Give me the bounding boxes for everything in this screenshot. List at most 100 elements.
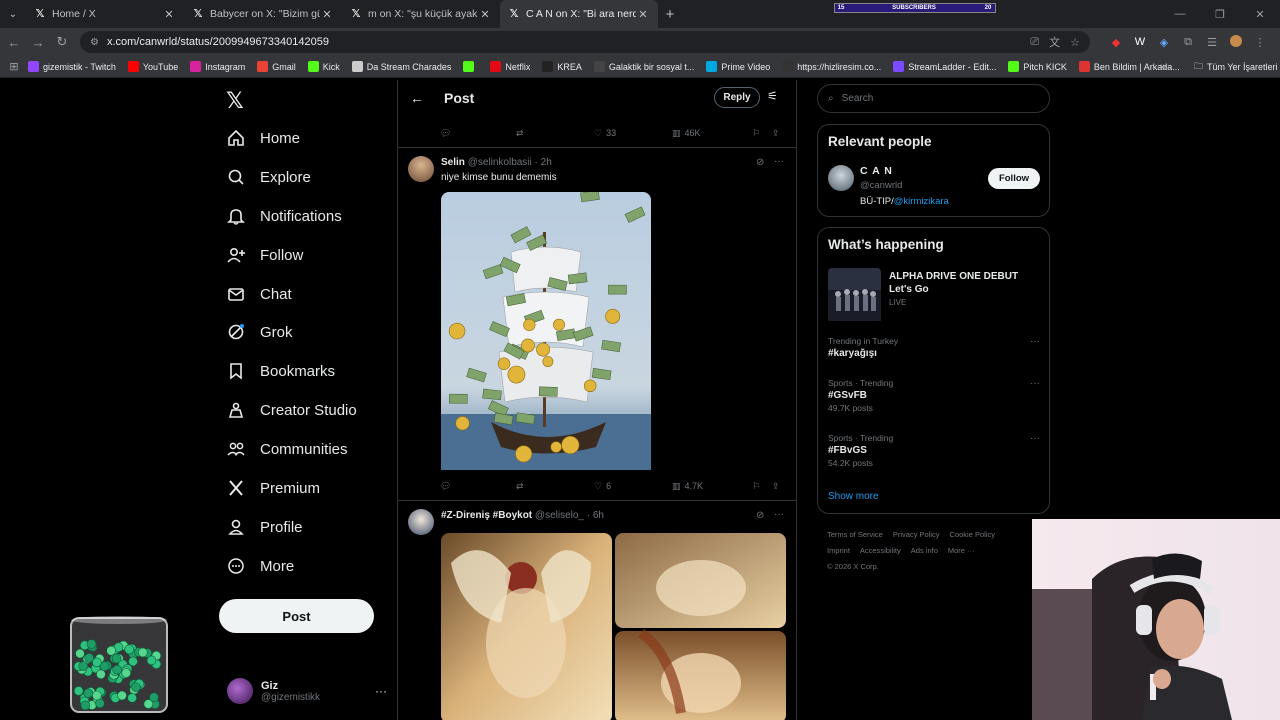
- like-action[interactable]: ♡ 6: [594, 481, 672, 492]
- nav-item-creator-studio[interactable]: Creator Studio: [226, 395, 357, 425]
- tab-home[interactable]: 𝕏 Home / X ✕: [26, 0, 184, 28]
- nav-item-explore[interactable]: Explore: [226, 162, 311, 192]
- tab-can-active[interactable]: 𝕏 C A N on X: "Bi ara nerdeyse t✕: [500, 0, 658, 28]
- bookmark-item[interactable]: Pitch KICK: [1008, 61, 1067, 72]
- settings-sliders-icon[interactable]: ⚟: [767, 89, 778, 103]
- tweet-time[interactable]: · 6h: [587, 510, 604, 521]
- footer-link[interactable]: Accessibility: [860, 546, 901, 555]
- reading-list-icon[interactable]: ☰: [1200, 36, 1224, 49]
- follow-button[interactable]: Follow: [988, 168, 1040, 189]
- forward-icon[interactable]: →: [26, 35, 50, 50]
- search-input[interactable]: ⌕ Search: [817, 84, 1050, 113]
- bio-link[interactable]: @kirmizikara: [894, 196, 949, 207]
- bookmark-action[interactable]: ⚐: [752, 481, 772, 492]
- extension-w-icon[interactable]: W: [1128, 36, 1152, 48]
- person-name[interactable]: C A N: [860, 165, 893, 177]
- trend-item[interactable]: Sports · Trending #FBvGS 54.2K posts ···: [828, 433, 1042, 468]
- close-tab-icon[interactable]: ✕: [162, 8, 176, 21]
- more-dots-icon[interactable]: ···: [774, 509, 784, 520]
- close-tab-icon[interactable]: ✕: [636, 8, 650, 21]
- live-title[interactable]: ALPHA DRIVE ONE DEBUT Let's Go: [889, 270, 1039, 296]
- reply-button[interactable]: Reply: [714, 87, 760, 108]
- bookmark-item[interactable]: Netflix: [490, 61, 530, 72]
- trend-more-icon[interactable]: ···: [1030, 378, 1040, 389]
- extension-blue-icon[interactable]: ◈: [1152, 36, 1176, 49]
- tweet-image-ship[interactable]: [441, 192, 651, 470]
- live-thumbnail[interactable]: [828, 268, 881, 321]
- views-action[interactable]: ▥ 46K: [672, 128, 752, 139]
- trend-more-icon[interactable]: ···: [1030, 336, 1040, 347]
- all-bookmarks-folder[interactable]: 🗀︎ Tüm Yer İşaretleri: [1194, 59, 1278, 75]
- apps-grid-icon[interactable]: ⊞: [0, 60, 28, 73]
- footer-link[interactable]: Cookie Policy: [950, 530, 995, 539]
- footer-link[interactable]: Terms of Service: [827, 530, 883, 539]
- reload-icon[interactable]: ↻: [50, 34, 74, 50]
- author-handle[interactable]: @selinkolbasii: [468, 157, 532, 168]
- tweet[interactable]: Selin @selinkolbasii · 2h ⊘ ··· niye kim…: [398, 148, 796, 500]
- extension-red-icon[interactable]: ◆: [1104, 36, 1128, 49]
- like-action[interactable]: ♡ 33: [594, 128, 672, 139]
- trend-item[interactable]: Trending in Turkey #karyağışı ···: [828, 336, 1042, 359]
- bookmark-item[interactable]: [463, 61, 478, 72]
- more-dots-icon[interactable]: ···: [774, 156, 784, 167]
- reply-action[interactable]: 💬︎: [440, 481, 516, 492]
- reply-action[interactable]: 💬︎: [440, 128, 516, 139]
- nav-item-profile[interactable]: Profile: [226, 512, 303, 542]
- close-window-icon[interactable]: ✕: [1240, 8, 1280, 21]
- bookmark-item[interactable]: StreamLadder - Edit...: [893, 61, 996, 72]
- share-action[interactable]: ⇪: [772, 128, 784, 139]
- repost-action[interactable]: ⇄: [516, 481, 594, 492]
- tab-search-button[interactable]: ⌄: [0, 0, 26, 28]
- footer-link[interactable]: Imprint: [827, 546, 850, 555]
- back-arrow-icon[interactable]: ←: [410, 90, 444, 106]
- x-logo-icon[interactable]: 𝕏: [226, 88, 244, 114]
- avatar[interactable]: [408, 509, 434, 535]
- new-tab-button[interactable]: +: [658, 6, 682, 23]
- address-bar[interactable]: ⚙ x.com/canwrld/status/20099496733401420…: [80, 31, 1090, 53]
- translate-icon[interactable]: 文: [1049, 34, 1060, 50]
- maximize-icon[interactable]: ❐: [1200, 8, 1240, 21]
- bookmark-item[interactable]: gizemistik - Twitch: [28, 61, 116, 72]
- author-name[interactable]: #Z-Direniş #Boykot: [441, 510, 532, 521]
- tweet-time[interactable]: · 2h: [535, 157, 552, 168]
- minimize-icon[interactable]: —: [1160, 8, 1200, 20]
- nav-item-home[interactable]: Home: [226, 123, 300, 153]
- nav-item-follow[interactable]: Follow: [226, 240, 303, 270]
- bookmark-item[interactable]: Kick: [307, 61, 340, 72]
- bookmark-item[interactable]: Instagram: [190, 61, 245, 72]
- tweet-image-grid[interactable]: [441, 533, 786, 720]
- profile-avatar-icon[interactable]: [1224, 34, 1248, 51]
- nav-item-communities[interactable]: Communities: [226, 434, 348, 464]
- bookmark-item[interactable]: Prime Video: [706, 61, 770, 72]
- nav-item-chat[interactable]: Chat: [226, 279, 292, 309]
- show-more-link[interactable]: Show more: [828, 491, 879, 502]
- account-switcher[interactable]: Giz @gizemistikk ···: [227, 674, 387, 708]
- chrome-menu-icon[interactable]: ⋮: [1248, 36, 1272, 49]
- more-dots-icon[interactable]: ···: [375, 684, 387, 698]
- bookmark-item[interactable]: Da Stream Charades: [351, 61, 451, 72]
- tab-m[interactable]: 𝕏m on X: "şu küçük ayak hareke✕: [342, 0, 500, 28]
- tweet[interactable]: #Z-Direniş #Boykot @seliselo_ · 6h ⊘ ···: [398, 501, 796, 720]
- tweet-author[interactable]: Selin @selinkolbasii · 2h: [441, 157, 552, 168]
- nav-item-notifications[interactable]: Notifications: [226, 201, 342, 231]
- avatar[interactable]: [828, 165, 854, 191]
- footer-link[interactable]: More ···: [948, 546, 975, 555]
- site-info-icon[interactable]: ⚙: [90, 37, 99, 48]
- tab-babycer[interactable]: 𝕏 Babycer on X: "Bizim güven yer✕: [184, 0, 342, 28]
- repost-action[interactable]: ⇄: [516, 128, 594, 139]
- bookmark-item[interactable]: Gmail: [257, 61, 296, 72]
- back-icon[interactable]: ←: [2, 35, 26, 50]
- extensions-puzzle-icon[interactable]: ⧉: [1176, 36, 1200, 49]
- nav-item-bookmarks[interactable]: Bookmarks: [226, 356, 335, 386]
- author-handle[interactable]: @seliselo_: [535, 510, 584, 521]
- bookmark-item[interactable]: Galaktik bir sosyal t...: [593, 61, 694, 72]
- trend-more-icon[interactable]: ···: [1030, 433, 1040, 444]
- views-action[interactable]: ▥ 4.7K: [672, 481, 752, 492]
- close-tab-icon[interactable]: ✕: [320, 8, 334, 21]
- bookmark-item[interactable]: https://hizliresim.co...: [782, 61, 881, 72]
- bookmark-item[interactable]: KREA: [542, 61, 582, 72]
- person-handle[interactable]: @canwrld: [860, 180, 902, 191]
- bookmark-action[interactable]: ⚐: [752, 128, 772, 139]
- author-name[interactable]: Selin: [441, 157, 465, 168]
- footer-link[interactable]: Privacy Policy: [893, 530, 940, 539]
